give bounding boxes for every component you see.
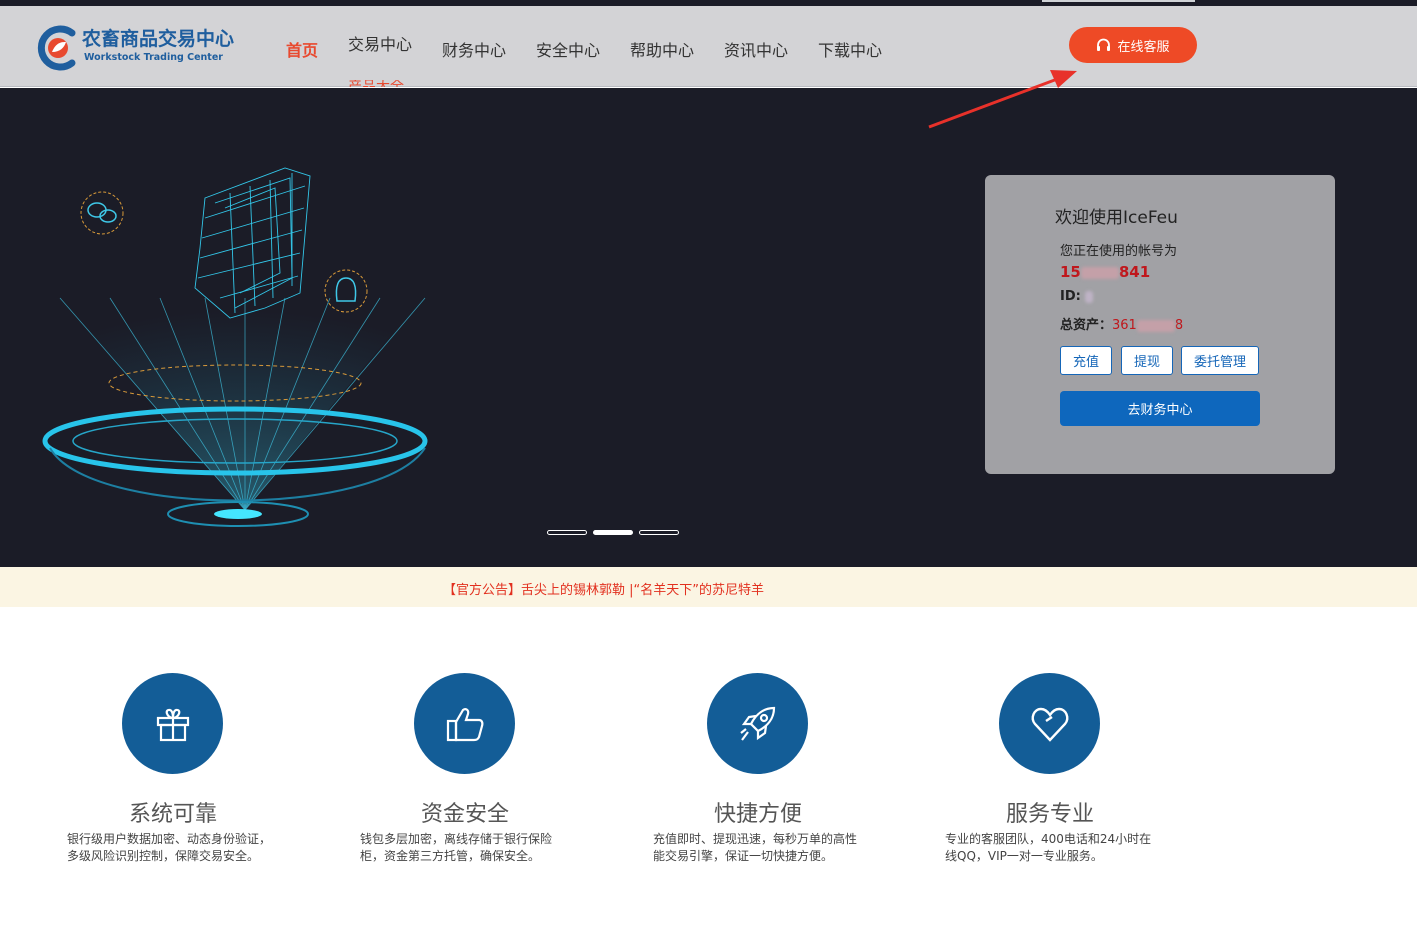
account-label: 您正在使用的帐号为 [1060,244,1178,259]
features-section: 系统可靠 银行级用户数据加密、动态身份验证，多级风险识别控制，保障交易安全。 资… [0,607,1417,936]
heart-icon [1031,707,1068,742]
entrust-management-button[interactable]: 委托管理 [1181,346,1259,375]
total-assets: 总资产：361 8 [1060,314,1183,333]
nav-item-finance[interactable]: 财务中心 [442,37,506,61]
header-navbar: 农畜商品交易中心 Workstock Trading Center 首页 交易中… [0,6,1417,87]
carousel-dot-3[interactable] [639,530,679,535]
recharge-button[interactable]: 充值 [1060,346,1112,375]
feature-icon-circle [707,673,808,774]
total-assets-suffix: 8 [1174,318,1184,333]
announcement-link[interactable]: 【官方公告】舌尖上的锡林郭勒 |“名羊天下”的苏尼特羊 [443,579,764,598]
feature-title: 快捷方便 [714,802,803,827]
account-number: 15 841 [1060,263,1150,281]
carousel-dot-2[interactable] [593,530,633,535]
logo-name-cn: 农畜商品交易中心 [82,28,235,50]
headset-icon [1097,38,1111,51]
feature-desc: 钱包多层加密，离线存储于银行保险柜，资金第三方托管，确保安全。 [360,832,553,863]
carousel-dot-1[interactable] [547,530,587,535]
feature-icon-circle [122,673,223,774]
announcement-bar: 【官方公告】舌尖上的锡林郭勒 |“名羊天下”的苏尼特羊 [0,567,1417,607]
account-number-prefix: 15 [1060,263,1081,281]
nav-item-trading[interactable]: 交易中心 [348,31,412,55]
feature-title: 资金安全 [421,802,510,827]
feature-title: 系统可靠 [129,802,218,827]
go-finance-center-button[interactable]: 去财务中心 [1060,391,1260,426]
hologram-illustration [42,167,430,527]
nav-item-home[interactable]: 首页 [286,37,318,61]
thumbs-up-icon [446,707,483,741]
carousel-indicators [547,530,679,535]
nav-item-news[interactable]: 资讯中心 [724,37,788,61]
feature-title: 服务专业 [1006,802,1095,827]
account-id-label: ID: [1060,289,1081,304]
redacted-mask [1136,319,1175,332]
redacted-mask [1080,266,1119,279]
account-id: ID: [1060,289,1094,304]
site-logo[interactable]: 农畜商品交易中心 Workstock Trading Center [36,22,234,74]
online-service-button[interactable]: 在线客服 [1069,27,1197,63]
gift-icon [156,708,189,741]
rocket-icon [739,706,775,741]
total-assets-prefix: 361 [1112,318,1137,333]
online-service-label: 在线客服 [1117,39,1170,55]
feature-desc: 专业的客服团队，400电话和24小时在线QQ，VIP一对一专业服务。 [945,832,1152,863]
account-number-suffix: 841 [1118,263,1151,281]
feature-desc: 充值即时、提现迅速，每秒万单的高性能交易引擎，保证一切快捷方便。 [653,832,858,863]
top-strip-tick [1042,0,1195,2]
nav-item-security[interactable]: 安全中心 [536,37,600,61]
withdraw-button[interactable]: 提现 [1121,346,1173,375]
redacted-mask [1085,290,1094,303]
feature-icon-circle [999,673,1100,774]
logo-emblem-icon [37,25,76,71]
feature-icon-circle [414,673,515,774]
logo-name-en: Workstock Trading Center [84,52,223,63]
hero-banner: 欢迎使用IceFeu 您正在使用的帐号为 15 841 ID: 总资产：361 8 … [0,88,1417,567]
account-card: 欢迎使用IceFeu 您正在使用的帐号为 15 841 ID: 总资产：361 8 … [985,175,1335,474]
nav-submenu-peek[interactable]: 产品大全 [348,80,404,87]
welcome-title: 欢迎使用IceFeu [1055,208,1178,228]
nav-item-download[interactable]: 下载中心 [818,37,882,61]
feature-desc: 银行级用户数据加密、动态身份验证，多级风险识别控制，保障交易安全。 [67,832,272,863]
total-assets-label: 总资产： [1060,318,1113,333]
nav-item-help[interactable]: 帮助中心 [630,37,694,61]
